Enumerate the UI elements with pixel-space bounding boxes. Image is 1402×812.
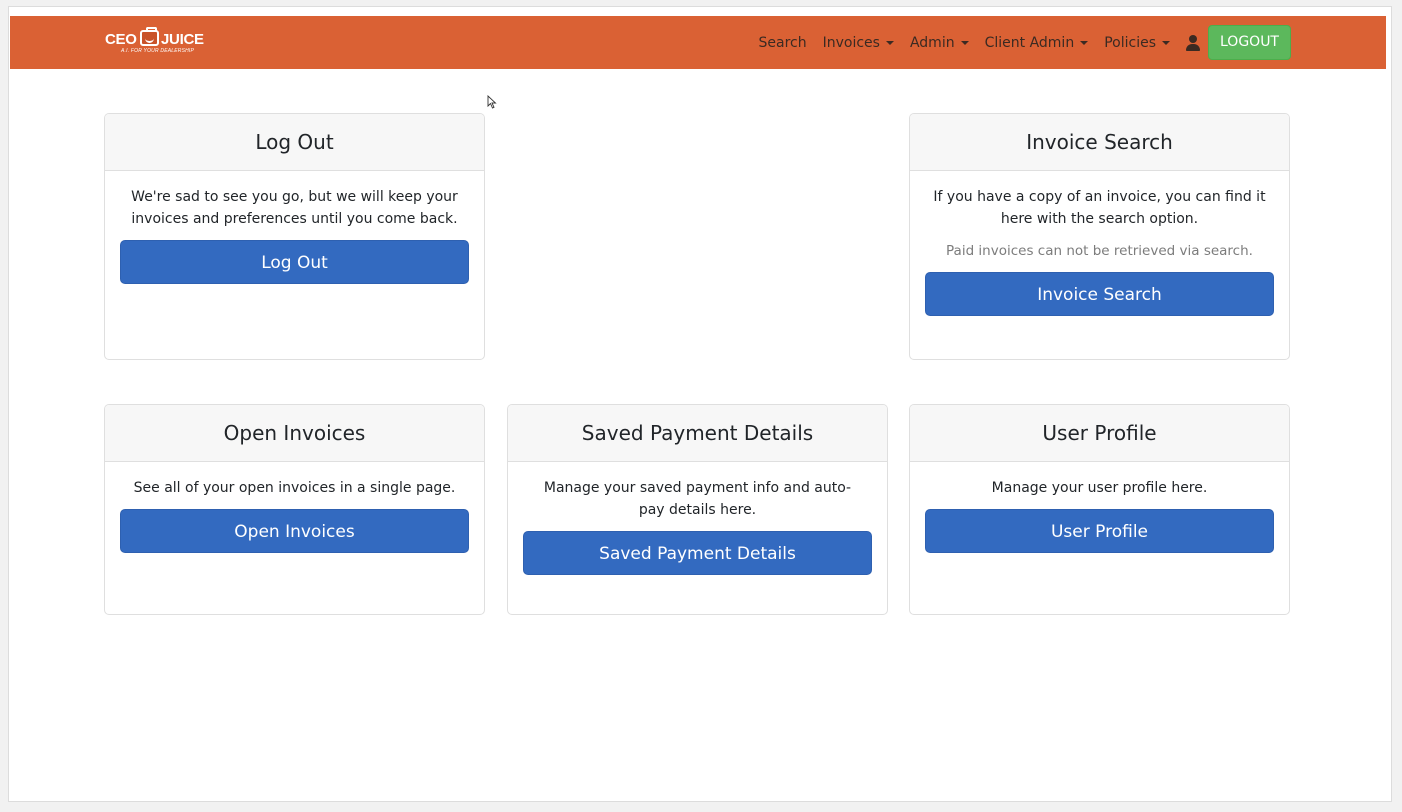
nav-invoices-label: Invoices (822, 34, 880, 51)
card-title: Saved Payment Details (508, 405, 887, 462)
user-profile-card: User Profile Manage your user profile he… (909, 404, 1290, 615)
logout-button[interactable]: LOGOUT (1208, 25, 1291, 60)
caret-down-icon (960, 40, 969, 45)
caret-down-icon (885, 40, 894, 45)
card-text: See all of your open invoices in a singl… (133, 480, 456, 496)
caret-down-icon (1162, 40, 1170, 45)
caret-down-icon (1080, 40, 1089, 45)
card-note: Paid invoices can not be retrieved via s… (946, 243, 1253, 259)
brand-tagline: A.I. FOR YOUR DEALERSHIP (121, 48, 195, 54)
card-title: Invoice Search (910, 114, 1289, 171)
page-frame: CEO JUICE A.I. FOR YOUR DEALERSHIP Searc… (8, 6, 1392, 802)
card-title: Open Invoices (105, 405, 484, 462)
card-text: Manage your user profile here. (991, 480, 1208, 496)
nav-policies-label: Policies (1104, 34, 1156, 51)
nav-client-admin-label: Client Admin (984, 34, 1075, 51)
nav-admin-dropdown[interactable]: Admin (910, 35, 969, 51)
top-navbar: CEO JUICE A.I. FOR YOUR DEALERSHIP Searc… (10, 16, 1386, 69)
user-icon[interactable] (1186, 34, 1200, 51)
saved-payment-button[interactable]: Saved Payment Details (523, 531, 872, 575)
card-title: User Profile (910, 405, 1289, 462)
open-invoices-card: Open Invoices See all of your open invoi… (104, 404, 485, 615)
nav-client-admin-dropdown[interactable]: Client Admin (985, 35, 1089, 51)
logout-card-button[interactable]: Log Out (120, 240, 469, 284)
card-title: Log Out (105, 114, 484, 171)
brand-logo[interactable]: CEO JUICE A.I. FOR YOUR DEALERSHIP (105, 27, 217, 59)
nav-policies-dropdown[interactable]: Policies (1104, 35, 1170, 51)
brand-name-left: CEO (105, 31, 137, 48)
card-text: Manage your saved payment info and auto-… (543, 480, 852, 518)
user-profile-button[interactable]: User Profile (925, 509, 1274, 553)
nav-admin-label: Admin (909, 34, 955, 51)
invoice-search-card: Invoice Search If you have a copy of an … (909, 113, 1290, 360)
nav-invoices-dropdown[interactable]: Invoices (823, 35, 894, 51)
card-text: We're sad to see you go, but we will kee… (131, 189, 458, 227)
logout-card: Log Out We're sad to see you go, but we … (104, 113, 485, 360)
invoice-search-button[interactable]: Invoice Search (925, 272, 1274, 316)
brand-name-right: JUICE (161, 31, 204, 48)
open-invoices-button[interactable]: Open Invoices (120, 509, 469, 553)
nav-menu: Search Invoices Admin Client Admin Polic… (759, 16, 1291, 69)
nav-search[interactable]: Search (759, 35, 807, 51)
card-text: If you have a copy of an invoice, you ca… (933, 189, 1266, 227)
saved-payment-card: Saved Payment Details Manage your saved … (507, 404, 888, 615)
briefcase-icon (140, 27, 159, 46)
